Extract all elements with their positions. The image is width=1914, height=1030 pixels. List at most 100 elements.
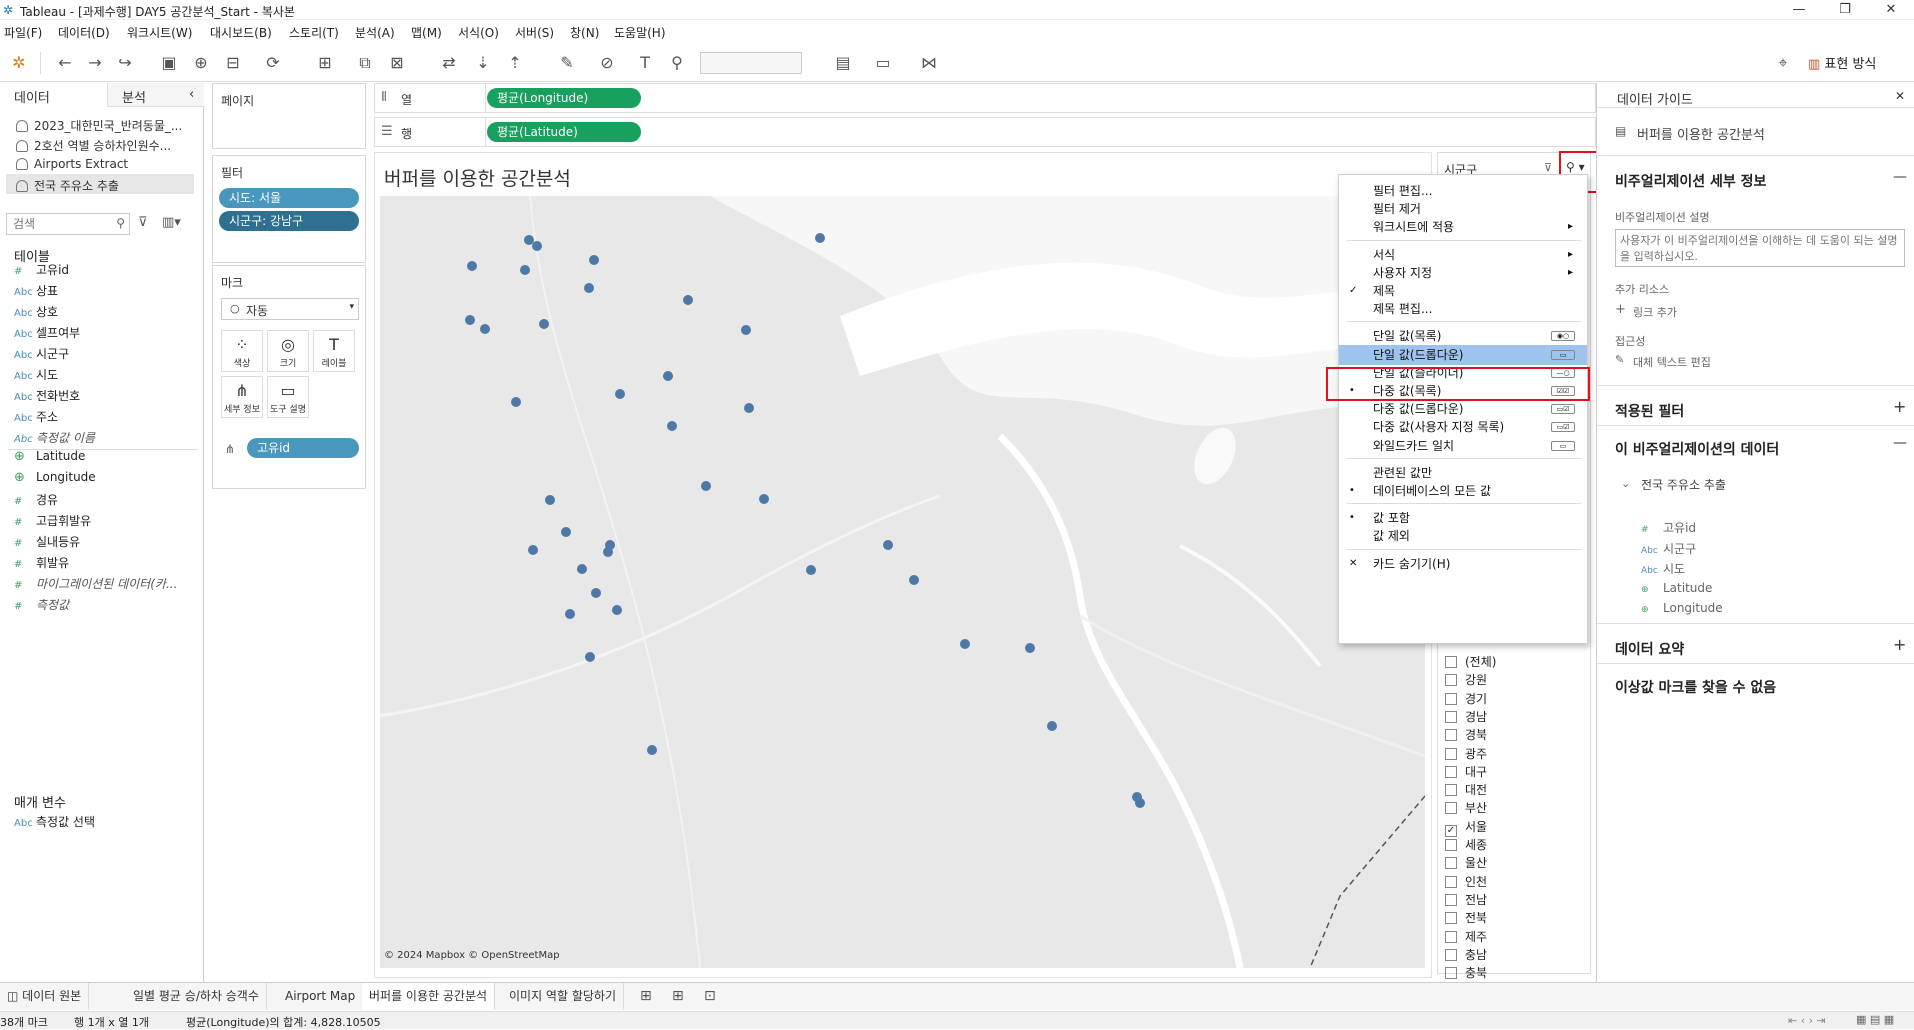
field-item[interactable]: # 고급휘발유 [14,512,91,529]
filter-checkbox-item[interactable]: (전체) [1445,653,1496,670]
field-item[interactable]: Abc 상표 [14,282,58,299]
checkbox[interactable] [1445,729,1457,742]
tab-datasource[interactable]: ◫ 데이터 원본 [0,983,90,1010]
highlight-brush-icon[interactable]: ⌖ [1772,52,1794,74]
filter-checkbox-item[interactable]: 대전 [1445,781,1487,798]
filter-pill-sigungu[interactable]: 시군구: 강남구 [219,211,359,231]
pin-icon[interactable]: ⚲ [666,52,688,74]
map-mark[interactable] [667,421,677,431]
applied-filters-title[interactable]: 적용된 필터 [1615,401,1684,421]
field-item[interactable]: Abc 측정값 이름 [14,429,95,446]
map-mark[interactable] [647,745,657,755]
mark-type-dropdown[interactable]: ○ 자동 ▾ [221,298,359,320]
checkbox[interactable] [1445,857,1457,870]
refresh-icon[interactable]: ⟳ [262,52,284,74]
marks-button[interactable]: ▭ 도구 설명 [267,376,309,418]
tab-analysis[interactable]: 분석 [122,87,146,106]
redo-icon[interactable]: → [84,52,106,74]
search-box[interactable]: ⚲ [6,213,130,235]
marks-button[interactable]: ⁘ 색상 [221,330,263,372]
close-guide-icon[interactable]: ✕ [1895,89,1905,103]
field-item[interactable]: # 고유id [14,261,69,278]
view-options-icon[interactable]: ▥▾ [162,215,181,230]
menu-server[interactable]: 서버(S) [515,24,554,41]
map-mark[interactable] [612,605,622,615]
checkbox[interactable] [1445,802,1457,815]
checkbox[interactable] [1445,912,1457,925]
map-mark[interactable] [909,575,919,585]
map-mark[interactable] [815,233,825,243]
map-mark[interactable] [532,241,542,251]
pages-shelf[interactable]: 페이지 [212,83,366,149]
tab-sheet[interactable]: 일별 평균 승/하차 승객수 [126,983,267,1010]
collapse-icon[interactable]: — [1893,169,1907,185]
sort-desc-icon[interactable]: ⇡ [504,52,526,74]
map-mark[interactable] [467,261,477,271]
map-mark[interactable] [701,481,711,491]
nav-arrows[interactable]: ⇤ ‹ › ⇥ [1788,1014,1826,1027]
checkbox[interactable] [1445,674,1457,687]
menu-item[interactable]: 와일드카드 일치 ▭ [1339,436,1587,456]
menu-analysis[interactable]: 분석(A) [355,24,395,41]
map-mark[interactable] [561,527,571,537]
text-label-icon[interactable]: T [634,52,656,74]
menu-item[interactable]: • 데이터베이스의 모든 값 [1339,481,1587,501]
save-icon[interactable]: ▣ [158,52,180,74]
map-mark[interactable] [603,547,613,557]
checkbox[interactable] [1445,747,1457,760]
marks-button[interactable]: ⋔ 세부 정보 [221,376,263,418]
map-mark[interactable] [585,652,595,662]
close-window-button[interactable]: ✕ [1871,0,1911,20]
rows-pill-latitude[interactable]: 평균(Latitude) [487,122,641,142]
menu-item[interactable]: 사용자 지정 ▸ [1339,263,1587,283]
checkbox[interactable] [1445,656,1457,668]
field-item[interactable]: # 경유 [14,491,58,508]
checkbox[interactable] [1445,967,1457,980]
marks-button[interactable]: ◎ 크기 [267,330,309,372]
menu-item[interactable]: • 값 포함 [1339,508,1587,528]
map-mark[interactable] [584,283,594,293]
filter-checkbox-item[interactable]: 부산 [1445,799,1487,816]
field-item[interactable]: ⊕ Latitude [14,449,85,464]
duplicate-sheet-icon[interactable]: ⧉ [354,52,376,74]
sort-asc-icon[interactable]: ⇣ [472,52,494,74]
map-mark[interactable] [465,315,475,325]
field-item[interactable]: Abc 전화번호 [14,387,80,404]
filter-checkbox-item[interactable]: 대구 [1445,763,1487,780]
field-item[interactable]: Abc 시군구 [14,345,69,362]
map-mark[interactable] [663,371,673,381]
field-item[interactable]: # 실내등유 [14,533,80,550]
map-mark[interactable] [1135,798,1145,808]
filter-icon[interactable]: ⊽ [138,215,148,230]
data-summary-title[interactable]: 데이터 요약 [1615,639,1684,659]
filter-checkbox-item[interactable]: 울산 [1445,854,1487,871]
view-mode-icons[interactable]: ▦ ▤ ▦ [1856,1013,1894,1026]
field-item[interactable]: # 측정값 [14,596,69,613]
filter-checkbox-item[interactable]: 인천 [1445,873,1487,890]
columns-pill-longitude[interactable]: 평균(Longitude) [487,88,641,108]
menu-item[interactable]: 필터 제거 [1339,199,1587,219]
filter-checkbox-item[interactable]: ✓ 서울 [1445,818,1487,837]
map-mark[interactable] [744,403,754,413]
map-mark[interactable] [759,494,769,504]
filter-pill-sido[interactable]: 시도: 서울 [219,188,359,208]
expand-icon[interactable]: + [1893,397,1906,416]
parameter-item[interactable]: Abc 측정값 선택 [14,813,95,830]
menu-item[interactable]: 관련된 값만 [1339,463,1587,483]
field-item[interactable]: # 휘발유 [14,554,69,571]
clear-filter-icon[interactable]: ⊽ [1544,161,1552,174]
field-item[interactable]: Abc 상호 [14,303,58,320]
menu-item[interactable]: 다중 값(드롭다운) ▭☑ [1339,399,1587,419]
datasource-item[interactable]: 2023_대한민국_반려동물_... [16,117,182,134]
tab-sheet[interactable]: 이미지 역할 할당하기 [502,983,624,1010]
map-mark[interactable] [545,495,555,505]
field-item[interactable]: ⊕ Longitude [14,470,96,485]
field-item[interactable]: # 마이그레이션된 데이터(카... [14,575,177,592]
minimize-button[interactable]: — [1779,0,1819,20]
menu-map[interactable]: 맵(M) [411,24,442,41]
fit-dropdown[interactable] [700,52,802,74]
filter-checkbox-item[interactable]: 충북 [1445,964,1487,981]
checkbox[interactable] [1445,710,1457,723]
menu-window[interactable]: 창(N) [570,24,599,41]
menu-dashboard[interactable]: 대시보드(B) [210,24,272,41]
